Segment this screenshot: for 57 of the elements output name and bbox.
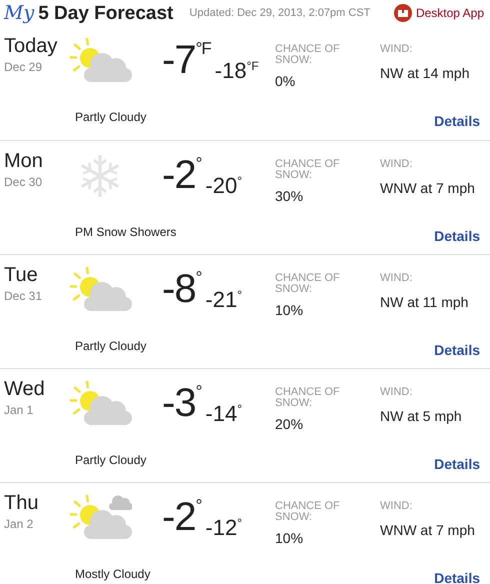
wind-value: NW at 11 mph: [380, 293, 468, 312]
desktop-app-link[interactable]: Desktop App: [416, 4, 484, 22]
day-name: Mon: [4, 149, 44, 173]
snow-chance-label: CHANCE OF SNOW:: [275, 273, 341, 295]
wind-value: NW at 5 mph: [380, 407, 462, 426]
low-temperature: -20°: [205, 175, 242, 197]
date-text: Dec 29: [4, 59, 44, 76]
snow-chance-value: 20%: [275, 415, 304, 434]
download-icon: [394, 4, 412, 22]
sun-cloud-icon: [70, 267, 132, 313]
date-text: Dec 30: [4, 174, 44, 191]
snow-chance-label: CHANCE OF SNOW:: [275, 159, 341, 181]
details-link[interactable]: Details: [434, 340, 480, 361]
details-link[interactable]: Details: [434, 454, 480, 475]
low-temperature: -12°: [205, 517, 242, 539]
day-name: Tue: [4, 263, 39, 287]
snow-chance-label: CHANCE OF SNOW:: [275, 501, 341, 523]
updated-text: Updated: Dec 29, 2013, 2:07pm CST: [189, 6, 370, 21]
high-temperature: -8°: [162, 269, 202, 309]
condition-text: PM Snow Showers: [75, 224, 176, 241]
high-temperature: -3°: [162, 383, 202, 423]
details-link[interactable]: Details: [434, 226, 480, 247]
snow-chance-value: 10%: [275, 529, 304, 548]
date-text: Dec 31: [4, 288, 44, 305]
snow-chance-value: 30%: [275, 187, 304, 206]
day-name: Today: [4, 34, 58, 58]
snow-chance-value: 0%: [275, 72, 296, 91]
wind-value: WNW at 7 mph: [380, 179, 475, 198]
condition-text: Partly Cloudy: [75, 452, 146, 469]
wind-label: WIND:: [380, 273, 414, 284]
sun-clouds-icon: [70, 495, 132, 541]
date-text: Jan 1: [4, 402, 34, 419]
low-temperature: -14°: [205, 403, 242, 425]
wind-label: WIND:: [380, 44, 414, 55]
snow-chance-label: CHANCE OF SNOW:: [275, 387, 341, 409]
details-link[interactable]: Details: [434, 568, 480, 584]
condition-text: Partly Cloudy: [75, 338, 146, 355]
sun-cloud-icon: [70, 38, 132, 84]
condition-text: Mostly Cloudy: [75, 566, 150, 583]
wind-label: WIND:: [380, 159, 414, 170]
day-name: Wed: [4, 377, 46, 401]
high-temperature: -2°: [162, 155, 202, 195]
snow-chance-label: CHANCE OF SNOW:: [275, 44, 341, 66]
page-title: 5 Day Forecast: [38, 4, 174, 22]
day-name: Thu: [4, 491, 40, 515]
wind-value: NW at 14 mph: [380, 64, 470, 83]
sun-cloud-icon: [70, 381, 132, 427]
details-link[interactable]: Details: [434, 111, 480, 132]
low-temperature: -21°: [205, 289, 242, 311]
snow-chance-value: 10%: [275, 301, 304, 320]
high-temperature: -2°: [162, 497, 202, 537]
condition-text: Partly Cloudy: [75, 109, 146, 126]
date-text: Jan 2: [4, 516, 34, 533]
wind-label: WIND:: [380, 387, 414, 398]
wind-value: WNW at 7 mph: [380, 521, 475, 540]
logo: My: [4, 4, 34, 22]
wind-label: WIND:: [380, 501, 414, 512]
